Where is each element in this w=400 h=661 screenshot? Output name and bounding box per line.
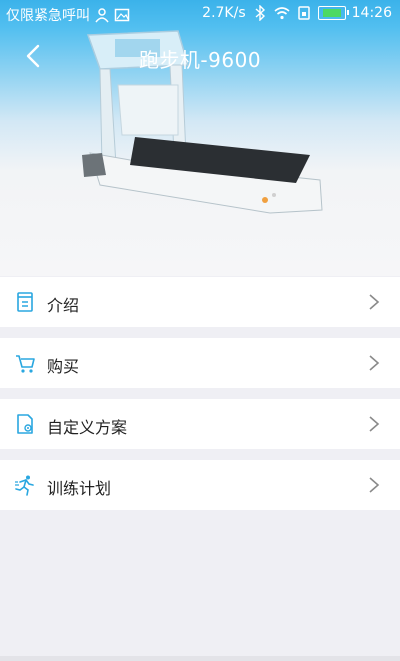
settings-file-icon <box>17 414 33 434</box>
bottom-divider <box>0 656 400 661</box>
runner-icon <box>15 475 34 496</box>
menu-item-label: 自定义方案 <box>47 418 128 437</box>
battery-icon <box>317 6 349 20</box>
bluetooth-icon <box>255 5 265 21</box>
network-speed: 2.7K/s <box>202 5 246 21</box>
menu-item-intro[interactable]: 介绍 <box>0 277 400 327</box>
carrier-text: 仅限紧急呼叫 <box>6 8 90 24</box>
wifi-icon <box>274 7 290 20</box>
chevron-right-icon <box>369 477 380 493</box>
nav-bar: 跑步机-9600 <box>0 30 400 84</box>
chevron-right-icon <box>369 416 380 432</box>
document-icon <box>17 292 33 312</box>
menu-item-label: 训练计划 <box>47 479 112 498</box>
image-icon <box>114 8 130 22</box>
sim-icon <box>297 6 310 20</box>
hero-banner: 仅限紧急呼叫 2.7K/s 14:26 跑步机-9600 <box>0 0 400 276</box>
menu-item-custom-plan[interactable]: 自定义方案 <box>0 399 400 449</box>
person-icon <box>95 8 109 23</box>
cart-icon <box>16 355 35 373</box>
page-title: 跑步机-9600 <box>138 48 262 72</box>
status-bar: 仅限紧急呼叫 2.7K/s 14:26 <box>0 0 400 30</box>
menu-item-label: 介绍 <box>47 296 80 315</box>
menu-item-label: 购买 <box>47 357 80 376</box>
chevron-right-icon <box>369 355 380 371</box>
chevron-right-icon <box>369 294 380 310</box>
menu-item-buy[interactable]: 购买 <box>0 338 400 388</box>
menu-item-training-plan[interactable]: 训练计划 <box>0 460 400 510</box>
clock: 14:26 <box>351 5 392 21</box>
